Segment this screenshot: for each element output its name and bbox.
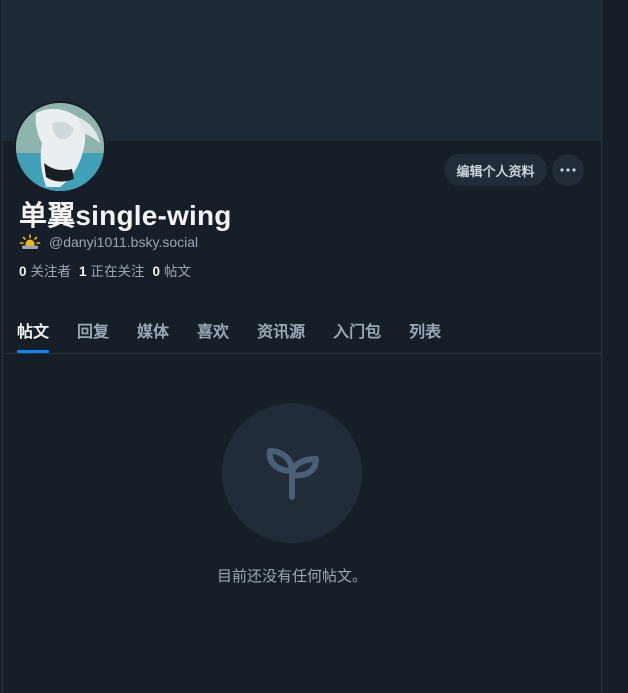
tab-lists[interactable]: 列表 (395, 306, 455, 353)
tab-likes[interactable]: 喜欢 (183, 306, 243, 353)
profile-stats: 0 关注者 1 正在关注 0 帖文 (19, 260, 191, 280)
handle-row: @danyi1011.bsky.social (19, 232, 198, 252)
tab-starter-packs[interactable]: 入门包 (319, 306, 395, 353)
sun-behind-cloud-icon (19, 234, 41, 250)
following-stat[interactable]: 1 正在关注 (79, 260, 145, 280)
followers-count: 0 (19, 264, 27, 279)
following-count: 1 (79, 264, 87, 279)
posts-count: 0 (152, 264, 161, 279)
empty-state-message: 目前还没有任何帖文。 (216, 568, 367, 585)
more-options-button[interactable] (552, 154, 584, 186)
followers-stat[interactable]: 0 关注者 (19, 260, 71, 280)
edit-profile-button[interactable]: 编辑个人资料 (444, 154, 547, 186)
avatar[interactable] (14, 101, 106, 193)
display-name: 单翼single-wing (19, 200, 232, 231)
followers-label: 关注者 (30, 264, 72, 279)
tab-feeds[interactable]: 资讯源 (243, 306, 319, 353)
sprout-icon (260, 441, 324, 505)
tab-media[interactable]: 媒体 (123, 306, 183, 353)
posts-label: 帖文 (164, 264, 192, 279)
profile-tabs: 帖文 回复 媒体 喜欢 资讯源 入门包 列表 (3, 306, 601, 354)
tab-replies[interactable]: 回复 (63, 306, 123, 353)
tab-posts[interactable]: 帖文 (3, 306, 63, 353)
ellipsis-icon (560, 168, 576, 172)
profile-page: 编辑个人资料 单翼single-wing @danyi1011.bsky.soc… (2, 0, 602, 693)
following-label: 正在关注 (90, 264, 145, 279)
empty-state-illustration (222, 403, 362, 543)
posts-stat: 0 帖文 (153, 260, 192, 280)
handle: @danyi1011.bsky.social (49, 234, 199, 250)
